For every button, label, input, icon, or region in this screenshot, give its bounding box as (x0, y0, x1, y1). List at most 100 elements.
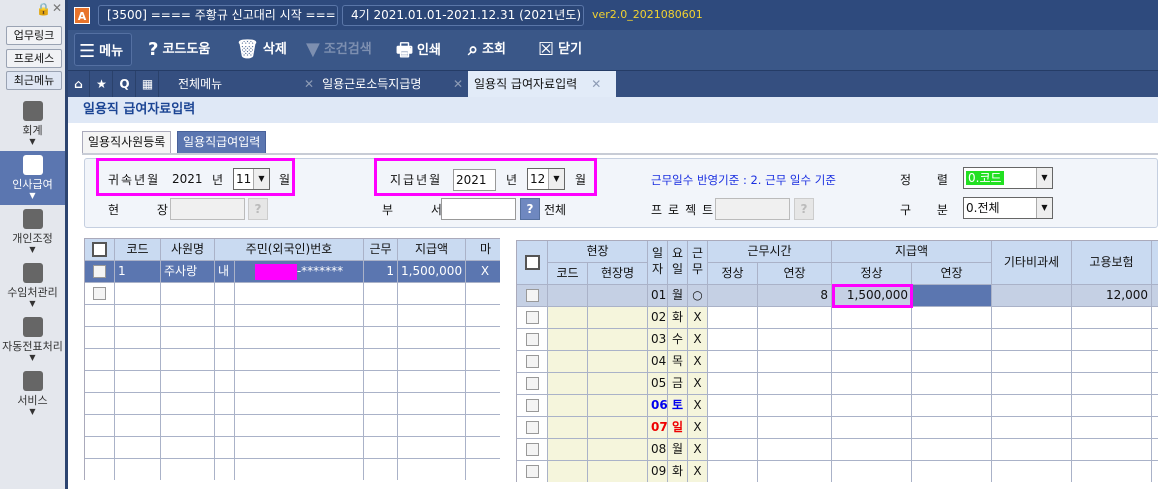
grid-cell-amount[interactable] (398, 415, 466, 437)
grid-cell-name[interactable] (161, 305, 215, 327)
grid-cell-work[interactable]: X (688, 439, 708, 461)
grid-cell-normal[interactable] (708, 329, 758, 351)
grid-cell-code[interactable] (115, 305, 161, 327)
row-checkbox[interactable] (85, 305, 115, 327)
grid-cell-pay_normal[interactable] (832, 307, 912, 329)
grid-cell-site[interactable] (1152, 439, 1158, 461)
grid-cell-code[interactable] (115, 283, 161, 305)
grid-cell-other[interactable] (992, 417, 1072, 439)
dropdown-arrow-icon[interactable]: ▼ (253, 169, 269, 189)
pay-month-select[interactable]: 12 ▼ (527, 168, 565, 190)
grid-cell-rrn[interactable] (235, 393, 364, 415)
grid-cell-site[interactable] (588, 329, 648, 351)
pay-year-input[interactable]: 2021 (453, 169, 496, 191)
grid-cell-pay_normal[interactable] (832, 461, 912, 482)
grid-cell-wd[interactable]: 일 (668, 417, 688, 439)
sidebar-item[interactable]: 자동전표처리 ▼ (0, 313, 65, 367)
grid-cell-amount[interactable] (398, 371, 466, 393)
row-checkbox[interactable] (85, 349, 115, 371)
grid-cell-days[interactable] (364, 349, 398, 371)
grid-cell-name[interactable] (161, 371, 215, 393)
sidebar-item[interactable]: 서비스 ▼ (0, 367, 65, 421)
grid-cell-days[interactable]: 1 (364, 261, 398, 283)
grid-cell-work[interactable]: X (688, 351, 708, 373)
row-checkbox[interactable] (85, 437, 115, 459)
grid-cell-rrn[interactable]: -******* (235, 261, 364, 283)
sidebar-item[interactable]: 개인조정 ▼ (0, 205, 65, 259)
grid-cell-rrn[interactable] (235, 459, 364, 480)
select-all-checkbox[interactable] (85, 239, 115, 261)
grid-cell-site[interactable] (548, 351, 588, 373)
grid-cell-rrn[interactable] (235, 371, 364, 393)
grid-cell-amount[interactable] (398, 437, 466, 459)
row-checkbox[interactable] (85, 283, 115, 305)
grid-cell-site[interactable] (1152, 351, 1158, 373)
grid-cell-days[interactable] (364, 283, 398, 305)
code-help-button[interactable]: ? 코드도움 (148, 38, 210, 60)
grid-cell-wd[interactable]: 수 (668, 329, 688, 351)
grid-cell-amount[interactable] (398, 459, 466, 480)
grid-cell-overtime[interactable] (758, 439, 832, 461)
grid-cell-days[interactable] (364, 459, 398, 480)
grid-cell-code[interactable] (115, 393, 161, 415)
grid-cell-pay_normal[interactable] (832, 439, 912, 461)
row-checkbox[interactable] (517, 285, 548, 307)
tab-all-menu[interactable]: 전체메뉴 (178, 71, 222, 97)
checkbox-icon[interactable] (93, 265, 106, 278)
grid-cell-day[interactable]: 08 (648, 439, 668, 461)
grid-cell-day[interactable]: 09 (648, 461, 668, 482)
grid-cell-normal[interactable] (708, 439, 758, 461)
grid-cell-site[interactable] (588, 417, 648, 439)
grid-cell-mark[interactable] (466, 349, 500, 371)
grid-cell-type[interactable] (215, 349, 235, 371)
grid-cell-overtime[interactable]: 8 (758, 285, 832, 307)
grid-cell-name[interactable] (161, 459, 215, 480)
grid-cell-other[interactable] (992, 461, 1072, 482)
search-button[interactable]: ⌕ 조회 (468, 38, 506, 60)
grid-cell-site[interactable] (1152, 329, 1158, 351)
grid-cell-code[interactable] (115, 437, 161, 459)
grid-cell-site[interactable] (548, 461, 588, 482)
grid-cell-pay_overtime[interactable] (912, 329, 992, 351)
grid-cell-normal[interactable] (708, 351, 758, 373)
dropdown-arrow-icon[interactable]: ▼ (1036, 168, 1052, 188)
grid-cell-type[interactable] (215, 371, 235, 393)
grid-cell-other[interactable] (992, 439, 1072, 461)
grid-cell-site[interactable] (588, 439, 648, 461)
grid-cell-site[interactable] (548, 307, 588, 329)
checkbox-icon[interactable] (525, 443, 539, 456)
grid-cell-rrn[interactable] (235, 349, 364, 371)
tab-close-icon[interactable]: ✕ (304, 77, 314, 91)
recent-menu-button[interactable]: 최근메뉴 (6, 71, 62, 90)
grid-cell-rrn[interactable] (235, 283, 364, 305)
grid-cell-code[interactable] (115, 327, 161, 349)
grid-cell-site[interactable] (1152, 373, 1158, 395)
grid-cell-insurance[interactable] (1072, 373, 1152, 395)
grid-cell-other[interactable] (992, 351, 1072, 373)
grid-cell-code[interactable] (115, 415, 161, 437)
sidebar-item[interactable]: 인사급여 ▼ (0, 151, 65, 205)
tab-daily-payroll-input[interactable]: 일용직 급여자료입력 ✕ (468, 71, 616, 97)
grid-cell-overtime[interactable] (758, 329, 832, 351)
grid-cell-type[interactable] (215, 305, 235, 327)
grid-cell-days[interactable] (364, 437, 398, 459)
grid-cell-work[interactable]: X (688, 461, 708, 482)
grid-cell-amount[interactable] (398, 349, 466, 371)
menu-button[interactable]: ☰ 메뉴 (74, 33, 132, 66)
row-checkbox[interactable] (517, 417, 548, 439)
grid-cell-overtime[interactable] (758, 373, 832, 395)
sort-select[interactable]: 0.코드 ▼ (963, 167, 1053, 189)
grid-cell-work[interactable]: X (688, 307, 708, 329)
grid-cell-mark[interactable] (466, 393, 500, 415)
grid-cell-pay_overtime[interactable] (912, 461, 992, 482)
grid-cell-other[interactable] (992, 373, 1072, 395)
grid-cell-site[interactable] (1152, 461, 1158, 482)
grid-cell-insurance[interactable] (1072, 307, 1152, 329)
grid-cell-wd[interactable]: 금 (668, 373, 688, 395)
grid-cell-site[interactable] (548, 373, 588, 395)
grid-cell-normal[interactable] (708, 417, 758, 439)
checkbox-icon[interactable] (525, 311, 539, 324)
row-checkbox[interactable] (517, 395, 548, 417)
grid-cell-type[interactable]: 내 (215, 261, 235, 283)
row-checkbox[interactable] (517, 461, 548, 482)
